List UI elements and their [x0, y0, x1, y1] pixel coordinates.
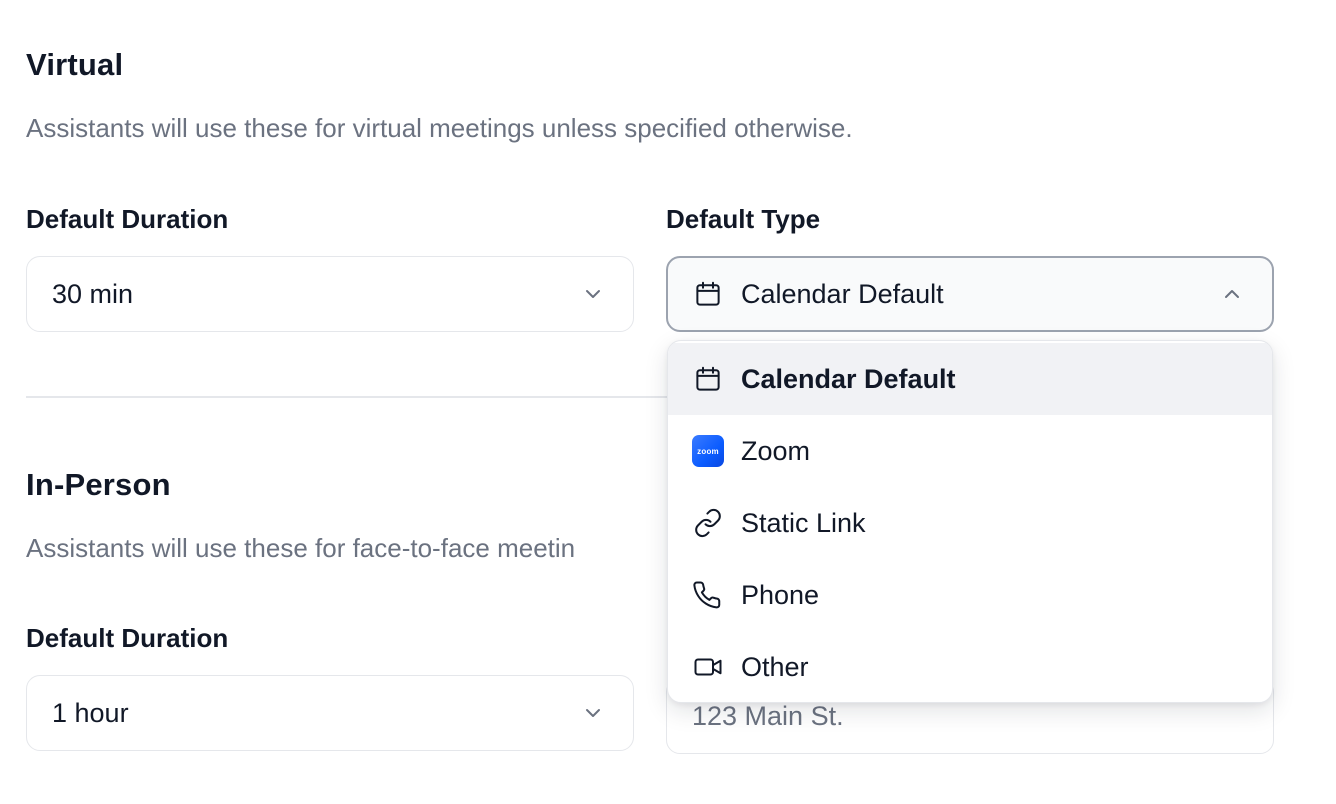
dropdown-option-zoom[interactable]: zoom Zoom — [668, 415, 1272, 487]
calendar-icon — [696, 281, 720, 306]
chevron-up-icon — [1225, 290, 1239, 298]
virtual-type-value: Calendar Default — [741, 278, 944, 309]
dropdown-option-label: Static Link — [741, 507, 866, 538]
virtual-section-description: Assistants will use these for virtual me… — [26, 113, 853, 143]
virtual-duration-select[interactable]: 30 min — [26, 256, 634, 332]
chevron-down-icon — [586, 709, 600, 717]
phone-icon — [693, 581, 721, 609]
dropdown-option-calendar-default[interactable]: Calendar Default — [668, 343, 1272, 415]
link-icon — [695, 508, 721, 538]
calendar-icon — [696, 366, 720, 391]
zoom-logo-icon: zoom — [692, 435, 724, 467]
virtual-type-select[interactable]: Calendar Default — [666, 256, 1274, 332]
virtual-duration-value: 30 min — [52, 278, 134, 309]
dropdown-option-label: Other — [741, 651, 809, 682]
virtual-type-label: Default Type — [666, 204, 821, 234]
section-divider — [26, 396, 686, 398]
type-dropdown-menu: Calendar Default zoom Zoom Static Link P… — [667, 340, 1273, 703]
dropdown-option-phone[interactable]: Phone — [668, 559, 1272, 631]
chevron-down-icon — [586, 290, 600, 298]
in-person-section-title: In-Person — [26, 467, 171, 502]
dropdown-option-static-link[interactable]: Static Link — [668, 487, 1272, 559]
dropdown-option-label: Zoom — [741, 435, 811, 466]
in-person-duration-value: 1 hour — [52, 697, 129, 728]
in-person-section-description: Assistants will use these for face-to-fa… — [26, 533, 576, 563]
virtual-section-title: Virtual — [26, 47, 124, 82]
dropdown-option-label: Phone — [741, 579, 820, 610]
in-person-duration-label: Default Duration — [26, 623, 229, 653]
in-person-duration-select[interactable]: 1 hour — [26, 675, 634, 751]
virtual-duration-label: Default Duration — [26, 204, 229, 234]
video-camera-icon — [694, 658, 722, 676]
dropdown-option-label: Calendar Default — [741, 363, 956, 394]
dropdown-option-other[interactable]: Other — [668, 631, 1272, 702]
